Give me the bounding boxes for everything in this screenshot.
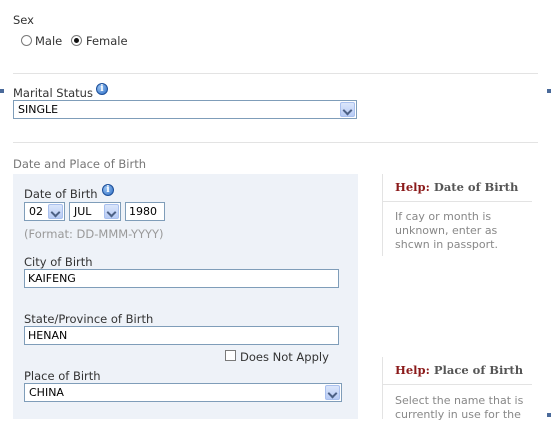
date-of-birth-info-icon[interactable]: i <box>102 184 114 196</box>
dob-day-select[interactable]: 02 <box>24 202 65 221</box>
help-pob-text: Select the name that is currently in use… <box>395 394 524 421</box>
does-not-apply-label[interactable]: Does Not Apply <box>240 350 329 364</box>
divider <box>13 142 538 143</box>
place-of-birth-value: CHINA <box>29 386 64 399</box>
divider <box>13 73 538 74</box>
state-of-birth-label: State/Province of Birth <box>24 312 154 326</box>
city-of-birth-label: City of Birth <box>24 255 93 269</box>
sex-label: Sex <box>13 13 34 27</box>
dob-year-input[interactable]: 1980 <box>125 202 165 221</box>
marital-status-value: SINGLE <box>18 103 59 116</box>
help-dob-text: If cay or month is unknown, enter as shc… <box>395 210 498 251</box>
help-left-border <box>382 357 383 419</box>
help-left-border <box>382 174 383 256</box>
right-edge-marker-lower <box>547 413 551 417</box>
chevron-down-icon[interactable] <box>340 102 355 117</box>
dob-month-value: JUL <box>74 205 92 218</box>
sex-female-radio[interactable] <box>71 35 82 46</box>
sex-female-label[interactable]: Female <box>86 34 128 48</box>
does-not-apply-checkbox[interactable] <box>225 350 236 361</box>
help-dob-title: Help: Date of Birth <box>395 180 519 194</box>
sex-male-radio[interactable] <box>21 35 32 46</box>
chevron-down-icon[interactable] <box>48 204 63 219</box>
dob-day-value: 02 <box>29 205 43 218</box>
place-of-birth-label: Place of Birth <box>24 369 101 383</box>
state-of-birth-input[interactable]: HENAN <box>24 326 339 345</box>
city-of-birth-input[interactable]: KAIFENG <box>24 269 339 288</box>
section-title-date-place: Date and Place of Birth <box>13 157 147 171</box>
chevron-down-icon[interactable] <box>325 385 340 400</box>
date-of-birth-label: Date of Birth <box>24 187 98 201</box>
sex-male-label[interactable]: Male <box>35 34 62 48</box>
place-of-birth-select[interactable]: CHINA <box>24 383 342 402</box>
date-format-hint: (Format: DD-MMM-YYYY) <box>24 227 164 241</box>
dob-month-select[interactable]: JUL <box>69 202 121 221</box>
marital-status-info-icon[interactable]: i <box>96 83 108 95</box>
help-divider <box>382 384 532 385</box>
left-edge-marker <box>0 89 4 93</box>
chevron-down-icon[interactable] <box>104 204 119 219</box>
help-pob-title: Help: Place of Birth <box>395 363 524 377</box>
marital-status-label: Marital Status <box>13 86 93 100</box>
marital-status-select[interactable]: SINGLE <box>13 100 357 119</box>
help-divider <box>382 201 532 202</box>
right-edge-marker <box>547 89 551 93</box>
